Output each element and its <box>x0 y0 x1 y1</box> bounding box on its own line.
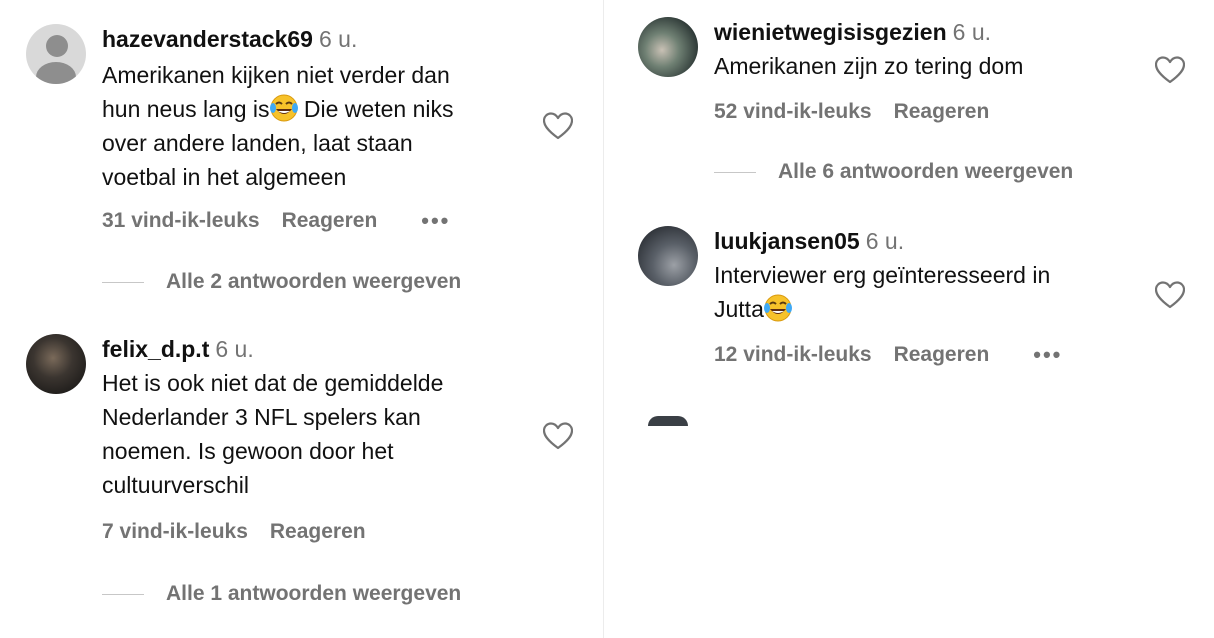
heart-outline-icon[interactable] <box>1155 56 1185 84</box>
comment-line-part: Jutta <box>714 296 764 322</box>
comment-line: Nederlander 3 NFL spelers kan <box>102 404 421 430</box>
more-options-icon[interactable]: ••• <box>421 208 450 234</box>
comment-header: wienietwegisisgezien 6 u. <box>714 17 1073 47</box>
comment-text: Amerikanen kijken niet verder dan hun ne… <box>102 58 461 194</box>
comment-content: felix_d.p.t 6 u. Het is ook niet dat de g… <box>102 334 461 606</box>
comment-line: cultuurverschil <box>102 472 249 498</box>
comment-line: Amerikanen kijken niet verder dan <box>102 62 450 88</box>
heart-outline-icon[interactable] <box>543 422 573 450</box>
comment-line: Interviewer erg geïnteresseerd in <box>714 262 1051 288</box>
view-replies-label[interactable]: Alle 2 antwoorden weergeven <box>166 270 461 294</box>
comment-content: luukjansen05 6 u. Interviewer erg geïnter… <box>714 226 1062 368</box>
view-replies[interactable]: Alle 2 antwoorden weergeven <box>102 270 461 294</box>
comment-meta: 12 vind-ik-leuks Reageren ••• <box>714 342 1062 368</box>
comment-content: hazevanderstack69 6 u. Amerikanen kijken … <box>102 24 461 294</box>
comment-line: hun neus lang is Die weten niks <box>102 92 461 126</box>
likes-count[interactable]: 31 vind-ik-leuks <box>102 209 260 233</box>
avatar-partial[interactable] <box>648 416 688 426</box>
comment-header: hazevanderstack69 6 u. <box>102 24 461 54</box>
comment-username[interactable]: hazevanderstack69 <box>102 26 313 52</box>
avatar-head-shape <box>46 35 68 57</box>
reply-button[interactable]: Reageren <box>270 520 366 544</box>
view-replies[interactable]: Alle 1 antwoorden weergeven <box>102 582 461 606</box>
likes-count[interactable]: 52 vind-ik-leuks <box>714 100 872 124</box>
face-with-tears-of-joy-icon <box>269 94 298 122</box>
replies-line <box>102 593 144 595</box>
view-replies[interactable]: Alle 6 antwoorden weergeven <box>714 160 1073 184</box>
view-replies-label[interactable]: Alle 1 antwoorden weergeven <box>166 582 461 606</box>
comment-meta: 52 vind-ik-leuks Reageren <box>714 100 1073 124</box>
heart-outline-icon[interactable] <box>543 112 573 140</box>
comment-time[interactable]: 6 u. <box>215 336 253 362</box>
avatar[interactable] <box>26 334 86 394</box>
comment-line: Amerikanen zijn zo tering dom <box>714 53 1024 79</box>
comment-username[interactable]: luukjansen05 <box>714 228 860 254</box>
comment-line: voetbal in het algemeen <box>102 164 347 190</box>
comment-username[interactable]: wienietwegisisgezien <box>714 19 947 45</box>
avatar[interactable] <box>638 226 698 286</box>
comment-meta: 31 vind-ik-leuks Reageren ••• <box>102 208 461 234</box>
comment-username[interactable]: felix_d.p.t <box>102 336 209 362</box>
comment-meta: 7 vind-ik-leuks Reageren <box>102 520 461 544</box>
likes-count[interactable]: 7 vind-ik-leuks <box>102 520 248 544</box>
reply-button[interactable]: Reageren <box>282 209 378 233</box>
comment-line-part: Die weten niks <box>297 96 454 122</box>
replies-line <box>102 281 144 283</box>
face-with-tears-of-joy-icon <box>763 294 792 322</box>
comment-line: Het is ook niet dat de gemiddelde <box>102 370 444 396</box>
comment-header: felix_d.p.t 6 u. <box>102 334 461 364</box>
column-divider <box>603 0 604 638</box>
avatar-body-shape <box>36 62 76 84</box>
likes-count[interactable]: 12 vind-ik-leuks <box>714 343 872 367</box>
comment-line: over andere landen, laat staan <box>102 130 413 156</box>
comment-header: luukjansen05 6 u. <box>714 226 1062 256</box>
comment-line: Jutta <box>714 292 1062 326</box>
comment-time[interactable]: 6 u. <box>866 228 904 254</box>
view-replies-label[interactable]: Alle 6 antwoorden weergeven <box>778 160 1073 184</box>
more-options-icon[interactable]: ••• <box>1033 342 1062 368</box>
comment-content: wienietwegisisgezien 6 u. Amerikanen zijn… <box>714 17 1073 184</box>
avatar-default[interactable] <box>26 24 86 84</box>
comment-text: Het is ook niet dat de gemiddelde Nederl… <box>102 366 461 502</box>
comment-time[interactable]: 6 u. <box>953 19 991 45</box>
replies-line <box>714 171 756 173</box>
reply-button[interactable]: Reageren <box>894 100 990 124</box>
comment-text: Interviewer erg geïnteresseerd in Jutta <box>714 258 1062 326</box>
comment-text: Amerikanen zijn zo tering dom <box>714 49 1073 83</box>
comment-line-part: hun neus lang is <box>102 96 270 122</box>
avatar[interactable] <box>638 17 698 77</box>
comment-line: noemen. Is gewoon door het <box>102 438 394 464</box>
heart-outline-icon[interactable] <box>1155 281 1185 309</box>
comment-time[interactable]: 6 u. <box>319 26 357 52</box>
reply-button[interactable]: Reageren <box>894 343 990 367</box>
